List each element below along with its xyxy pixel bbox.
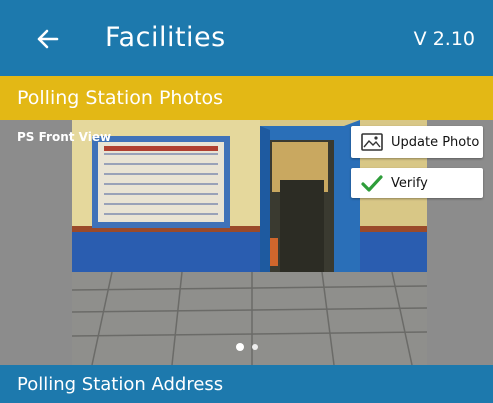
update-photo-label: Update Photo [391,134,480,150]
update-photo-button[interactable]: Update Photo [351,126,483,158]
back-button[interactable] [30,22,64,56]
verify-label: Verify [391,175,428,191]
page-title: Facilities [105,22,226,53]
verify-button[interactable]: Verify [351,168,483,198]
section-header-address: Polling Station Address [0,365,493,403]
app-header: Facilities V 2.10 [0,0,493,76]
carousel-dot-active[interactable] [236,343,244,351]
carousel-indicator [236,343,258,351]
checkmark-icon [359,172,385,194]
section-title-address: Polling Station Address [17,374,224,395]
section-header-photos: Polling Station Photos [0,76,493,120]
app-version: V 2.10 [413,28,475,50]
arrow-left-icon [37,29,59,49]
section-title-photos: Polling Station Photos [17,87,224,109]
carousel-dot[interactable] [252,344,258,350]
image-icon [359,131,385,153]
photo-label: PS Front View [17,130,112,144]
